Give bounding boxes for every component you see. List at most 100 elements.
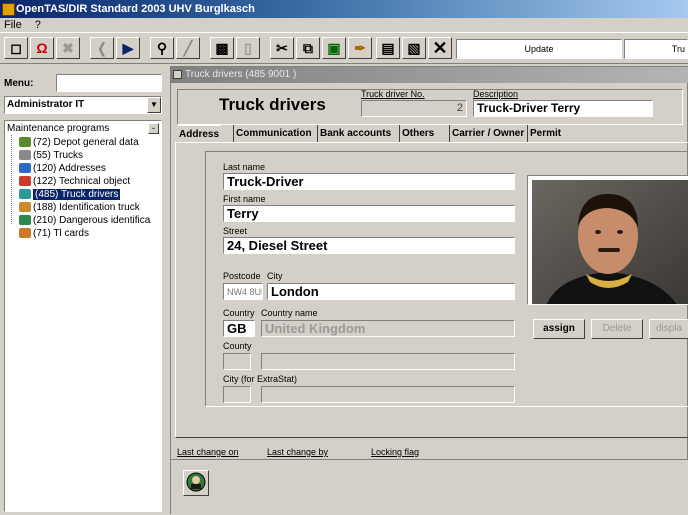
delete-button[interactable]: Ω bbox=[30, 37, 54, 59]
tree-item-label: (72) Depot general data bbox=[33, 137, 139, 148]
clear-button[interactable]: ▯ bbox=[236, 37, 260, 59]
tree-item[interactable]: (71) Tl cards bbox=[19, 228, 89, 240]
tree-item-label: (71) Tl cards bbox=[33, 228, 89, 239]
tree-item-label: (120) Addresses bbox=[33, 163, 106, 174]
child-window-title: Truck drivers (485 9001 ) bbox=[185, 69, 297, 80]
city-label: City bbox=[267, 271, 283, 281]
program-icon bbox=[19, 137, 31, 148]
save-button[interactable]: ▩ bbox=[210, 37, 234, 59]
print-icon: ▤ bbox=[381, 40, 395, 56]
tree-line bbox=[11, 135, 12, 225]
tree-item[interactable]: (122) Technical object bbox=[19, 176, 130, 188]
driver-photo bbox=[527, 175, 688, 305]
app-icon bbox=[2, 3, 15, 16]
update-field[interactable]: Update bbox=[456, 39, 622, 59]
menu-label: Menu: bbox=[4, 78, 34, 89]
tree-item[interactable]: (188) Identification truck bbox=[19, 202, 140, 214]
menu-input[interactable] bbox=[56, 74, 162, 92]
toolbar-right-field[interactable]: Tru bbox=[624, 39, 688, 59]
edit-button[interactable]: ╱ bbox=[176, 37, 200, 59]
driver-status-icon bbox=[186, 472, 206, 492]
print-button[interactable]: ▤ bbox=[376, 37, 400, 59]
copy-icon: ⧉ bbox=[303, 40, 313, 56]
tab-others[interactable]: Others bbox=[399, 125, 436, 143]
user-combo[interactable]: Administrator IT ▼ bbox=[4, 96, 162, 114]
chevron-down-icon[interactable]: ▼ bbox=[147, 97, 161, 113]
truck-driver-no-field[interactable]: 2 bbox=[361, 100, 467, 117]
search-button[interactable]: ⚲ bbox=[150, 37, 174, 59]
first-name-label: First name bbox=[223, 194, 266, 204]
tree-item[interactable]: (210) Dangerous identifica bbox=[19, 215, 150, 227]
program-icon bbox=[19, 189, 31, 200]
cut-button[interactable]: ✂ bbox=[270, 37, 294, 59]
close-button[interactable]: ✕ bbox=[428, 37, 452, 59]
back-button[interactable]: ❬ bbox=[90, 37, 114, 59]
last-change-by-label: Last change by bbox=[267, 447, 329, 457]
edit-icon: ╱ bbox=[183, 40, 193, 56]
collapse-icon[interactable]: - bbox=[148, 123, 159, 134]
user-combo-value: Administrator IT bbox=[7, 99, 85, 110]
clear-icon: ▯ bbox=[244, 40, 252, 56]
delete-photo-button[interactable]: Delete bbox=[591, 319, 643, 339]
description-label: Description bbox=[473, 89, 519, 99]
tree-header: Maintenance programs bbox=[7, 123, 110, 134]
left-panel: Menu: Administrator IT ▼ Maintenance pro… bbox=[0, 66, 168, 514]
program-icon bbox=[19, 150, 31, 161]
program-tree: Maintenance programs - (72) Depot genera… bbox=[4, 120, 162, 512]
traffic-light-button[interactable] bbox=[183, 470, 209, 496]
toolbar: ◻ Ω ✖ ❬ ▶ ⚲ ╱ ▩ ▯ ✂ ⧉ ▣ ✒ ▤ ▧ ✕ Update T… bbox=[0, 32, 688, 64]
tools-button[interactable]: ✖ bbox=[56, 37, 80, 59]
last-change-on-label: Last change on bbox=[177, 447, 239, 457]
lock-icon: ▣ bbox=[327, 40, 341, 56]
tree-item[interactable]: (485) Truck drivers bbox=[19, 189, 121, 201]
menu-file[interactable]: File bbox=[4, 19, 22, 31]
last-name-field[interactable]: Truck-Driver bbox=[223, 173, 515, 190]
tab-carrier-owner[interactable]: Carrier / Owner bbox=[449, 125, 526, 143]
new-button[interactable]: ◻ bbox=[4, 37, 28, 59]
city-field[interactable]: London bbox=[267, 283, 515, 300]
description-field[interactable]: Truck-Driver Terry bbox=[473, 100, 653, 117]
menu-help[interactable]: ? bbox=[35, 19, 41, 31]
tree-item[interactable]: (55) Trucks bbox=[19, 150, 83, 162]
tree-item[interactable]: (120) Addresses bbox=[19, 163, 106, 175]
save-icon: ▩ bbox=[215, 40, 229, 56]
child-title-bar: Truck drivers (485 9001 ) bbox=[171, 67, 688, 83]
pen-button[interactable]: ✒ bbox=[348, 37, 372, 59]
postcode-field[interactable]: NW4 8UH bbox=[223, 283, 263, 300]
preview-icon: ▧ bbox=[407, 40, 421, 56]
city-extrastat-label: City (for ExtraStat) bbox=[223, 374, 298, 384]
country-name-label: Country name bbox=[261, 308, 318, 318]
close-icon: ✕ bbox=[432, 38, 448, 58]
program-icon bbox=[19, 176, 31, 187]
street-field[interactable]: 24, Diesel Street bbox=[223, 237, 515, 254]
tree-item-label: (210) Dangerous identifica bbox=[33, 215, 151, 226]
display-photo-button[interactable]: displa bbox=[649, 319, 688, 339]
last-name-label: Last name bbox=[223, 162, 266, 172]
country-name-field: United Kingdom bbox=[261, 320, 515, 337]
tree-item[interactable]: (72) Depot general data bbox=[19, 137, 139, 149]
truck-driver-no-label: Truck driver No. bbox=[361, 89, 425, 99]
county-field bbox=[261, 353, 515, 370]
tab-communication[interactable]: Communication bbox=[233, 125, 314, 143]
form-heading: Truck drivers bbox=[219, 95, 326, 114]
country-field[interactable]: GB bbox=[223, 320, 255, 337]
program-icon bbox=[19, 228, 31, 239]
copy-button[interactable]: ⧉ bbox=[296, 37, 320, 59]
title-bar: OpenTAS/DIR Standard 2003 UHV Burglkasch bbox=[0, 0, 688, 18]
tree-item-label: (122) Technical object bbox=[33, 176, 131, 187]
truck-drivers-window: Truck drivers (485 9001 ) Truck drivers … bbox=[170, 66, 688, 515]
tab-bank-accounts[interactable]: Bank accounts bbox=[317, 125, 393, 143]
menu-bar: File ? bbox=[0, 18, 688, 32]
assign-button[interactable]: assign bbox=[533, 319, 585, 339]
lock-button[interactable]: ▣ bbox=[322, 37, 346, 59]
preview-button[interactable]: ▧ bbox=[402, 37, 426, 59]
first-name-field[interactable]: Terry bbox=[223, 205, 515, 222]
footer-area bbox=[171, 459, 688, 515]
window-icon bbox=[173, 70, 182, 79]
tree-item-label: (55) Trucks bbox=[33, 150, 84, 161]
new-icon: ◻ bbox=[10, 40, 22, 56]
tab-permit[interactable]: Permit bbox=[527, 125, 563, 143]
cut-icon: ✂ bbox=[276, 40, 288, 56]
forward-button[interactable]: ▶ bbox=[116, 37, 140, 59]
search-icon: ⚲ bbox=[156, 40, 168, 56]
